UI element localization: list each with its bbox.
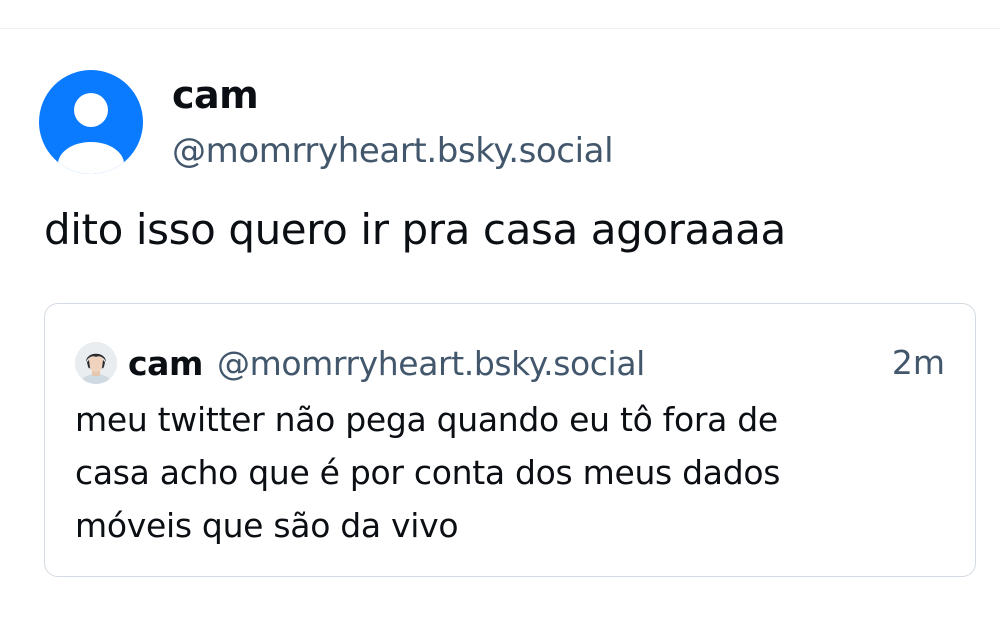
author-avatar[interactable] [39,70,143,174]
quote-author-handle[interactable]: @momrryheart.bsky.social [217,344,645,383]
quote-text: meu twitter não pega quando eu tô fora d… [75,393,945,552]
profile-photo-avatar [75,342,117,384]
post: cam @momrryheart.bsky.social dito isso q… [0,0,1000,617]
quote-text-line: meu twitter não pega quando eu tô fora d… [75,400,778,439]
quote-author-display-name[interactable]: cam [128,344,203,383]
quote-author-avatar[interactable] [75,342,117,384]
quote-header: cam @momrryheart.bsky.social [128,340,645,386]
quoted-post-card[interactable]: cam @momrryheart.bsky.social 2m meu twit… [44,303,976,577]
author-handle[interactable]: @momrryheart.bsky.social [172,128,614,174]
default-user-avatar-icon [39,70,143,174]
post-text: dito isso quero ir pra casa agoraaaa [44,205,786,254]
author-display-name[interactable]: cam [172,72,259,118]
quote-text-line: casa acho que é por conta dos meus dados [75,453,781,492]
quote-text-line: móveis que são da vivo [75,506,459,545]
quote-timestamp[interactable]: 2m [892,340,945,386]
